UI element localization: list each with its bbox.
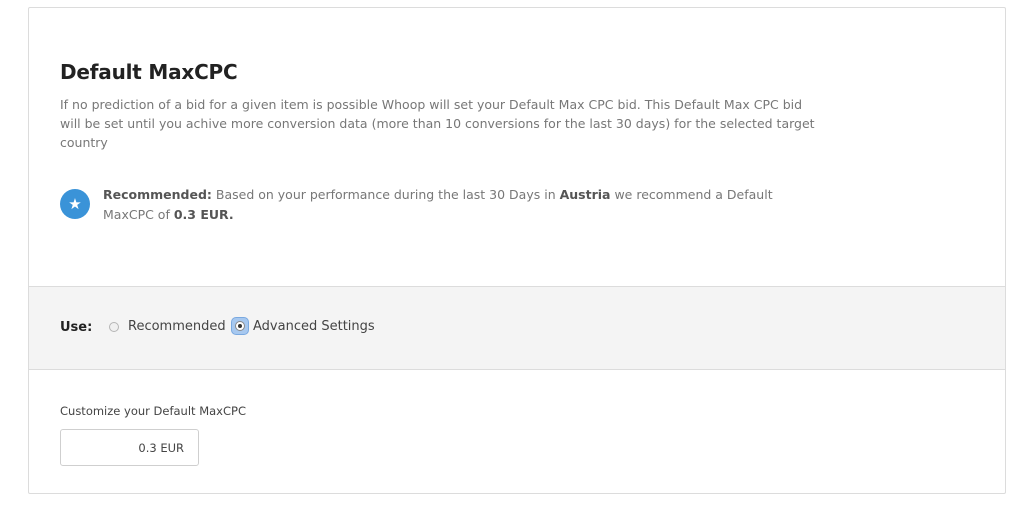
- radio-selected-dot: [238, 324, 242, 328]
- recommendation-country: Austria: [559, 187, 611, 202]
- use-section: Use: Recommended Advanced Settings: [29, 287, 1005, 370]
- recommendation-text: Recommended: Based on your performance d…: [103, 185, 803, 225]
- default-maxcpc-card: Default MaxCPC If no prediction of a bid…: [28, 7, 1006, 494]
- info-section: Default MaxCPC If no prediction of a bid…: [29, 8, 1005, 287]
- recommendation-value: 0.3 EUR.: [173, 207, 234, 222]
- customize-label: Customize your Default MaxCPC: [60, 404, 246, 418]
- advanced-settings-radio-circle: [235, 321, 245, 331]
- page-title: Default MaxCPC: [60, 60, 238, 84]
- recommended-radio-label[interactable]: Recommended: [128, 319, 226, 334]
- description-text: If no prediction of a bid for a given it…: [60, 97, 815, 150]
- star-icon: ★: [60, 189, 90, 219]
- recommended-radio[interactable]: [109, 322, 119, 332]
- customize-section: Customize your Default MaxCPC: [29, 370, 1005, 493]
- recommendation-text-part1: Based on your performance during the las…: [211, 187, 560, 202]
- recommendation-label: Recommended:: [103, 187, 212, 202]
- use-label: Use:: [60, 320, 93, 335]
- advanced-settings-radio[interactable]: [232, 318, 248, 334]
- default-maxcpc-input[interactable]: [60, 429, 199, 466]
- advanced-settings-radio-label[interactable]: Advanced Settings: [253, 319, 375, 334]
